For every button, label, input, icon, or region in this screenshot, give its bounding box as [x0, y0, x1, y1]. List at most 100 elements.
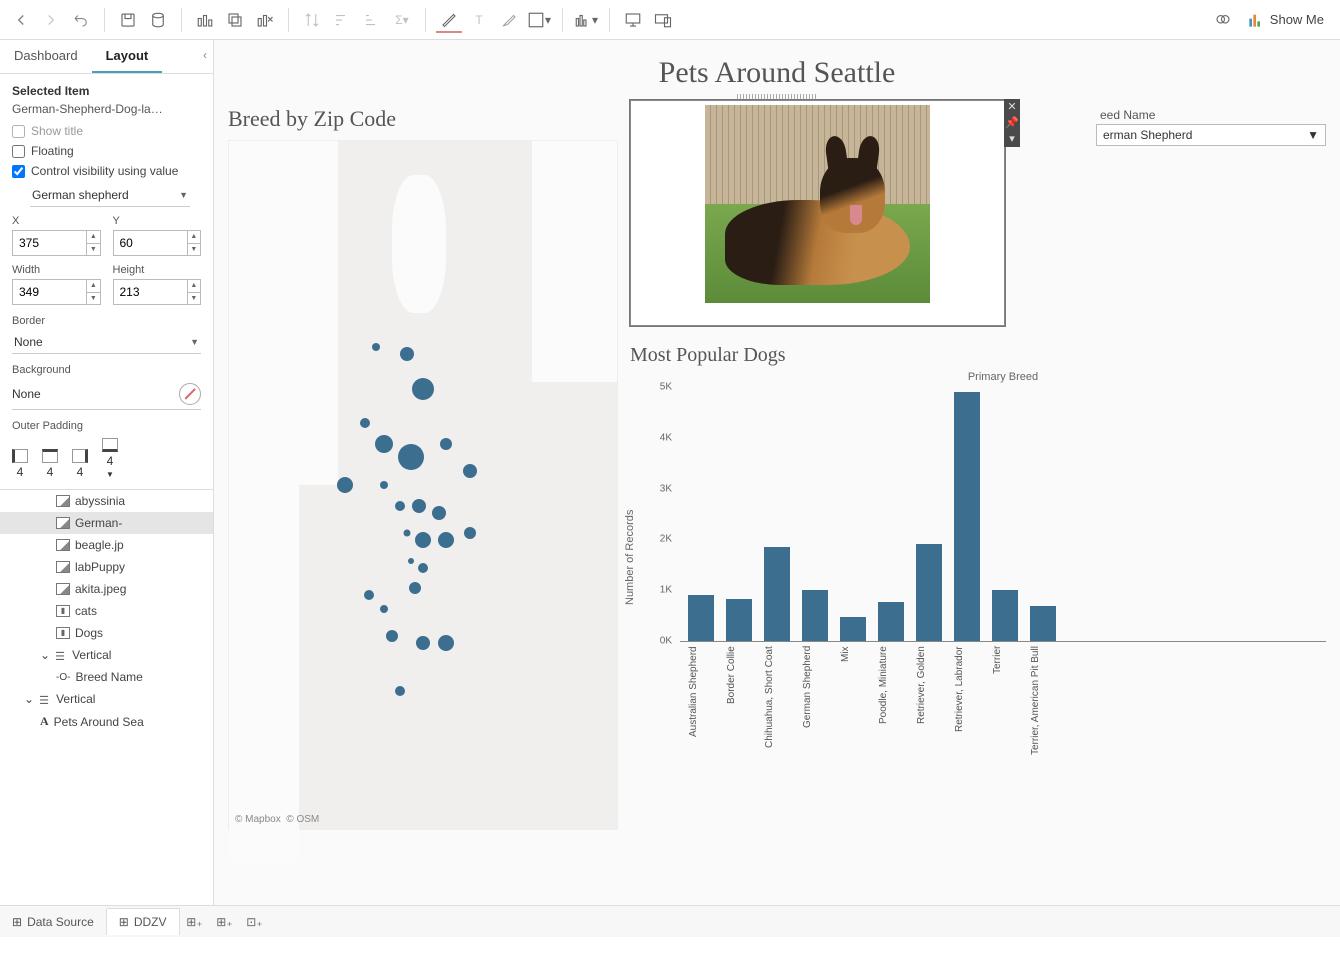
totals-icon[interactable]: Σ▾ — [389, 7, 415, 33]
map-attribution: © Mapbox © OSM — [235, 814, 319, 825]
bar[interactable] — [992, 590, 1018, 641]
tree-item[interactable]: akita.jpeg — [0, 578, 213, 600]
bar[interactable] — [688, 595, 714, 641]
chart-x-title: Primary Breed — [680, 371, 1326, 383]
show-me-button[interactable]: Show Me — [1240, 8, 1332, 32]
height-input[interactable]: ▲▼ — [113, 279, 202, 305]
border-label: Border — [12, 315, 201, 327]
bar[interactable] — [802, 590, 828, 641]
breed-filter: eed Name erman Shepherd▼ — [1096, 108, 1326, 146]
visibility-checkbox[interactable]: Control visibility using value — [12, 164, 201, 178]
chart-title: Most Popular Dogs — [630, 344, 1326, 367]
tree-item-selected[interactable]: German- — [0, 512, 213, 534]
bar[interactable] — [726, 599, 752, 641]
show-cards-dropdown[interactable]: ▾ — [573, 7, 599, 33]
background-none-icon[interactable] — [179, 383, 201, 405]
width-input[interactable]: ▲▼ — [12, 279, 101, 305]
tree-item-container[interactable]: ⌄Vertical — [0, 688, 213, 710]
x-label: Border Collie — [726, 646, 752, 806]
new-worksheet-icon[interactable]: ⊞₊ — [180, 915, 210, 929]
text-icon[interactable]: T — [466, 7, 492, 33]
x-label: Retriever, Labrador — [954, 646, 980, 806]
tree-item[interactable]: labPuppy — [0, 556, 213, 578]
find-icon[interactable] — [1210, 7, 1236, 33]
new-data-button[interactable] — [145, 7, 171, 33]
new-dashboard-icon[interactable]: ⊞₊ — [210, 915, 240, 929]
visibility-value-dropdown[interactable]: German shepherd▼ — [30, 184, 190, 207]
selected-item-value: German-Shepherd-Dog-la… — [12, 102, 201, 116]
undo-button[interactable] — [68, 7, 94, 33]
selected-item-label: Selected Item — [12, 84, 201, 98]
annotate-icon[interactable] — [496, 7, 522, 33]
bar[interactable] — [916, 544, 942, 641]
device-preview-icon[interactable] — [650, 7, 676, 33]
sheet-tab-active[interactable]: ⊞DDZV — [107, 908, 180, 935]
padding-label: Outer Padding — [12, 420, 201, 432]
tree-item[interactable]: -O-Breed Name — [0, 666, 213, 688]
tab-layout[interactable]: Layout — [92, 40, 163, 73]
item-hierarchy-tree: abyssinia German- beagle.jp labPuppy aki… — [0, 489, 213, 905]
padding-controls[interactable]: 4 4 4 4▼ — [12, 438, 201, 479]
side-panel: Dashboard Layout ‹ Selected Item German-… — [0, 40, 214, 905]
swap-icon[interactable] — [299, 7, 325, 33]
x-label: Chihuahua, Short Coat — [764, 646, 790, 806]
map-title: Breed by Zip Code — [228, 106, 618, 132]
worksheet-add-icon[interactable] — [192, 7, 218, 33]
more-icon[interactable]: ▾ — [1004, 131, 1020, 147]
chevron-down-icon: ⌄ — [40, 648, 50, 662]
tree-item[interactable]: beagle.jp — [0, 534, 213, 556]
filter-dropdown[interactable]: erman Shepherd▼ — [1096, 124, 1326, 146]
data-source-tab[interactable]: ⊞Data Source — [0, 909, 107, 935]
height-label: Height — [113, 264, 202, 276]
background-value: None — [12, 387, 41, 401]
tree-item-container[interactable]: ⌄Vertical — [0, 644, 213, 666]
dog-image — [705, 105, 930, 303]
sort-asc-icon[interactable] — [329, 7, 355, 33]
floating-checkbox[interactable]: Floating — [12, 144, 201, 158]
bar[interactable] — [878, 602, 904, 641]
highlight-icon[interactable] — [436, 7, 462, 33]
dashboard-canvas: Pets Around Seattle Breed by Zip Code — [214, 40, 1340, 905]
x-label: Australian Shepherd — [688, 646, 714, 806]
presentation-icon[interactable] — [620, 7, 646, 33]
bar[interactable] — [764, 547, 790, 641]
new-story-icon[interactable]: ⊡₊ — [240, 915, 270, 929]
sort-desc-icon[interactable] — [359, 7, 385, 33]
x-label: German Shepherd — [802, 646, 828, 806]
duplicate-sheet-icon[interactable] — [222, 7, 248, 33]
clear-sheet-icon[interactable] — [252, 7, 278, 33]
bar[interactable] — [954, 392, 980, 641]
tree-item[interactable]: abyssinia — [0, 490, 213, 512]
tree-item[interactable]: APets Around Sea — [0, 710, 213, 733]
x-input[interactable]: ▲▼ — [12, 230, 101, 256]
border-dropdown[interactable]: None▼ — [12, 331, 201, 354]
tab-dashboard[interactable]: Dashboard — [0, 40, 92, 73]
save-button[interactable] — [115, 7, 141, 33]
dashboard-title: Pets Around Seattle — [228, 56, 1326, 90]
x-label: Mix — [840, 646, 866, 806]
image-object-selected[interactable]: ✕ 📌 ▾ — [630, 100, 1005, 326]
y-input[interactable]: ▲▼ — [113, 230, 202, 256]
fit-dropdown[interactable]: ▾ — [526, 7, 552, 33]
dashboard-icon: ⊞ — [119, 915, 129, 929]
sheet-tabs: ⊞Data Source ⊞DDZV ⊞₊ ⊞₊ ⊡₊ — [0, 905, 1340, 937]
x-label: Retriever, Golden — [916, 646, 942, 806]
tree-item[interactable]: cats — [0, 600, 213, 622]
bar[interactable] — [1030, 606, 1056, 641]
back-button[interactable] — [8, 7, 34, 33]
close-icon[interactable]: ✕ — [1004, 99, 1020, 115]
bar[interactable] — [840, 617, 866, 641]
show-title-checkbox[interactable]: Show title — [12, 124, 201, 138]
show-me-label: Show Me — [1270, 12, 1324, 27]
tree-item[interactable]: Dogs — [0, 622, 213, 644]
map-viz[interactable]: © Mapbox © OSM — [228, 140, 618, 830]
forward-button[interactable] — [38, 7, 64, 33]
collapse-side-icon[interactable]: ‹ — [203, 48, 207, 62]
bar-chart[interactable]: Primary Breed Number of Records 0K1K2K3K… — [630, 371, 1326, 841]
x-label: Poodle, Miniature — [878, 646, 904, 806]
x-label: Terrier — [992, 646, 1018, 806]
x-label: Terrier, American Pit Bull — [1030, 646, 1056, 806]
pin-icon[interactable]: 📌 — [1004, 115, 1020, 131]
chart-y-title: Number of Records — [624, 510, 636, 605]
x-label: X — [12, 215, 101, 227]
